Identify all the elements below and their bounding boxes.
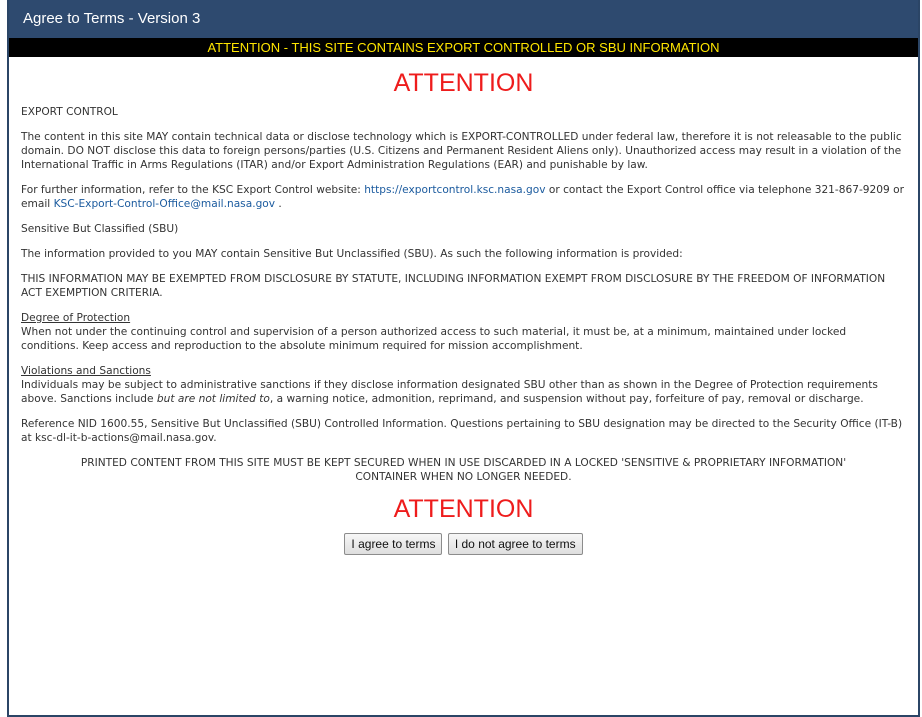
dialog-content: ATTENTION EXPORT CONTROL The content in …	[9, 69, 918, 555]
disagree-button[interactable]: I do not agree to terms	[447, 533, 583, 555]
agree-button[interactable]: I agree to terms	[344, 533, 443, 555]
violations-text-italic: but are not limited to	[156, 393, 270, 405]
exemption-paragraph: THIS INFORMATION MAY BE EXEMPTED FROM DI…	[21, 273, 886, 299]
degree-of-protection-text: When not under the continuing control an…	[21, 326, 847, 352]
attention-heading-top: ATTENTION	[393, 69, 534, 97]
reference-paragraph: Reference NID 1600.55, Sensitive But Unc…	[21, 418, 903, 444]
warning-banner: ATTENTION - THIS SITE CONTAINS EXPORT CO…	[9, 38, 918, 57]
export-control-email-link[interactable]: KSC-Export-Control-Office@mail.nasa.gov	[54, 198, 275, 210]
degree-of-protection-heading: Degree of Protection	[21, 312, 131, 324]
button-row: I agree to terms I do not agree to terms	[21, 533, 906, 555]
contact-text-post: .	[275, 198, 282, 210]
sbu-heading: Sensitive But Classified (SBU)	[21, 223, 179, 235]
degree-of-protection-section: Degree of Protection When not under the c…	[21, 311, 906, 353]
dialog-title: Agree to Terms - Version 3	[9, 0, 918, 38]
contact-text-pre: For further information, refer to the KS…	[21, 184, 365, 196]
printed-content-notice: PRINTED CONTENT FROM THIS SITE MUST BE K…	[80, 457, 847, 483]
export-control-heading: EXPORT CONTROL	[21, 106, 118, 118]
terms-dialog: Agree to Terms - Version 3 ATTENTION - T…	[7, 0, 920, 717]
violations-section: Violations and Sanctions Individuals may …	[21, 364, 906, 406]
sbu-paragraph: The information provided to you MAY cont…	[21, 248, 683, 260]
violations-heading: Violations and Sanctions	[21, 365, 151, 377]
violations-text-post: , a warning notice, admonition, repriman…	[269, 393, 864, 405]
contact-paragraph: For further information, refer to the KS…	[21, 183, 906, 211]
export-control-paragraph: The content in this site MAY contain tec…	[21, 131, 902, 171]
export-control-website-link[interactable]: https://exportcontrol.ksc.nasa.gov	[364, 184, 545, 196]
attention-heading-bottom: ATTENTION	[393, 495, 534, 523]
